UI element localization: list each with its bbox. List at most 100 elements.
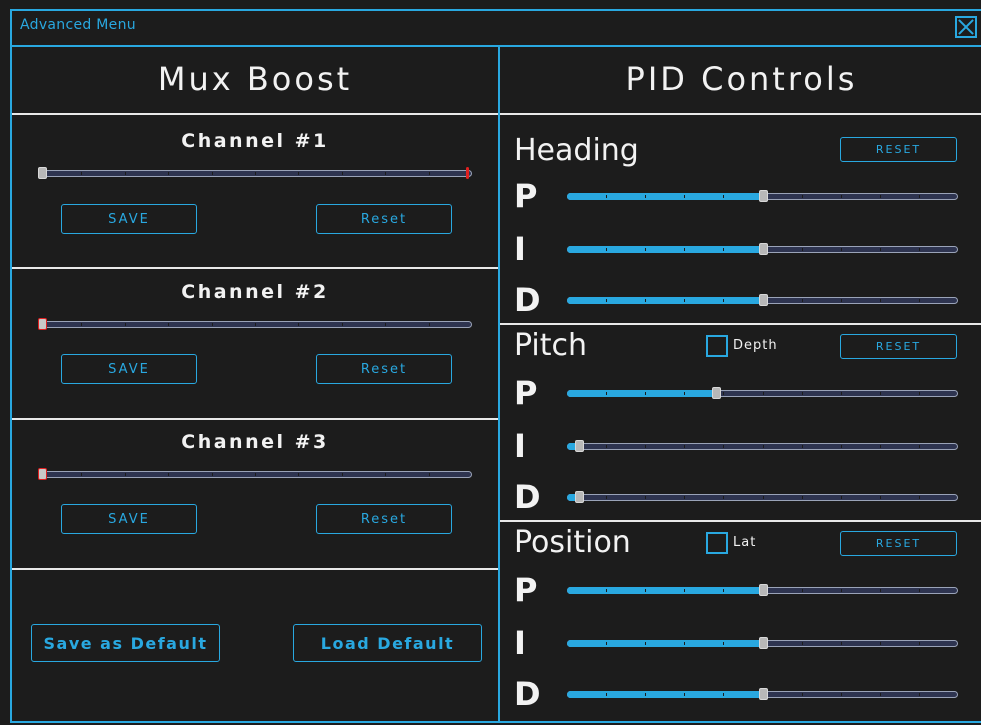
slider-tick	[723, 589, 725, 592]
channel-2-reset-button[interactable]: Reset	[316, 354, 452, 384]
channel-1-reset-button[interactable]: Reset	[316, 204, 452, 234]
slider-tick	[801, 248, 803, 251]
slider-tick	[428, 473, 430, 476]
slider-tick	[879, 299, 881, 302]
slider-fill	[567, 640, 763, 647]
pitch-d-label: D	[514, 478, 541, 516]
slider-tick	[918, 195, 920, 198]
slider-tick	[801, 392, 803, 395]
heading-i-slider[interactable]	[567, 243, 958, 255]
heading-reset-button[interactable]: RESET	[840, 137, 957, 162]
slider-tick	[684, 693, 686, 696]
slider-knob[interactable]	[758, 637, 768, 649]
slider-tick	[606, 195, 608, 198]
slider-knob[interactable]	[38, 468, 47, 480]
close-icon[interactable]	[955, 16, 977, 38]
channel-3-save-button[interactable]: SAVE	[61, 504, 197, 534]
slider-tick	[298, 473, 300, 476]
slider-tick	[645, 642, 647, 645]
slider-knob[interactable]	[711, 387, 721, 399]
slider-tick	[879, 248, 881, 251]
slider-tick	[298, 172, 300, 175]
slider-fill	[567, 246, 763, 253]
slider-knob[interactable]	[758, 243, 768, 255]
slider-tick	[645, 195, 647, 198]
channel-2-save-button[interactable]: SAVE	[61, 354, 197, 384]
slider-tick	[801, 299, 803, 302]
slider-knob[interactable]	[574, 491, 584, 503]
slider-tick	[168, 172, 170, 175]
slider-tick	[645, 392, 647, 395]
position-d-label: D	[514, 675, 541, 713]
slider-fill	[567, 390, 716, 397]
slider-tick	[606, 392, 608, 395]
position-i-slider[interactable]	[567, 637, 958, 649]
slider-tick	[918, 496, 920, 499]
pitch-p-slider[interactable]	[567, 387, 958, 399]
lat-checkbox-label: Lat	[733, 535, 757, 550]
slider-tick	[645, 496, 647, 499]
slider-knob[interactable]	[758, 688, 768, 700]
slider-tick	[723, 496, 725, 499]
heading-d-label: D	[514, 281, 541, 319]
save-as-default-button[interactable]: Save as Default	[31, 624, 220, 662]
position-d-slider[interactable]	[567, 688, 958, 700]
slider-tick	[879, 392, 881, 395]
pitch-i-slider[interactable]	[567, 440, 958, 452]
slider-tick	[684, 589, 686, 592]
slider-tick	[723, 392, 725, 395]
slider-tick	[684, 299, 686, 302]
divider	[500, 520, 981, 522]
title-bar	[12, 11, 981, 44]
slider-tick	[606, 693, 608, 696]
slider-tick	[840, 248, 842, 251]
window-title: Advanced Menu	[20, 17, 136, 33]
heading-p-slider[interactable]	[567, 190, 958, 202]
slider-tick	[645, 299, 647, 302]
slider-tick	[840, 195, 842, 198]
slider-min-knob[interactable]	[38, 167, 47, 179]
slider-knob[interactable]	[38, 318, 47, 330]
position-reset-button[interactable]: RESET	[840, 531, 957, 556]
divider	[12, 418, 498, 420]
slider-tick	[879, 642, 881, 645]
pitch-p-label: P	[514, 374, 538, 412]
pitch-d-slider[interactable]	[567, 491, 958, 503]
slider-knob[interactable]	[758, 294, 768, 306]
slider-tick	[341, 323, 343, 326]
slider-tick	[385, 473, 387, 476]
slider-knob[interactable]	[574, 440, 584, 452]
slider-tick	[645, 693, 647, 696]
slider-knob[interactable]	[466, 167, 469, 179]
pitch-reset-button[interactable]: RESET	[840, 334, 957, 359]
slider-tick	[211, 473, 213, 476]
slider-tick	[879, 445, 881, 448]
slider-knob[interactable]	[758, 584, 768, 596]
channel-3-slider[interactable]	[38, 468, 472, 480]
slider-tick	[124, 473, 126, 476]
slider-knob[interactable]	[758, 190, 768, 202]
slider-tick	[385, 323, 387, 326]
channel-2-slider[interactable]	[38, 318, 472, 330]
lat-checkbox[interactable]	[706, 532, 728, 554]
position-p-slider[interactable]	[567, 584, 958, 596]
load-default-button[interactable]: Load Default	[293, 624, 482, 662]
divider	[500, 113, 981, 115]
slider-tick	[801, 693, 803, 696]
slider-tick	[762, 496, 764, 499]
channel-1-slider[interactable]	[38, 167, 472, 179]
slider-tick	[606, 589, 608, 592]
divider	[12, 267, 498, 269]
channel-1-save-button[interactable]: SAVE	[61, 204, 197, 234]
divider	[12, 568, 498, 570]
pid-controls-title: PID Controls	[625, 60, 858, 98]
slider-tick	[168, 473, 170, 476]
slider-tick	[918, 299, 920, 302]
divider	[12, 113, 498, 115]
channel-3-title: Channel #3	[181, 431, 329, 453]
slider-tick	[879, 195, 881, 198]
slider-tick	[124, 172, 126, 175]
channel-3-reset-button[interactable]: Reset	[316, 504, 452, 534]
heading-d-slider[interactable]	[567, 294, 958, 306]
depth-checkbox[interactable]	[706, 335, 728, 357]
